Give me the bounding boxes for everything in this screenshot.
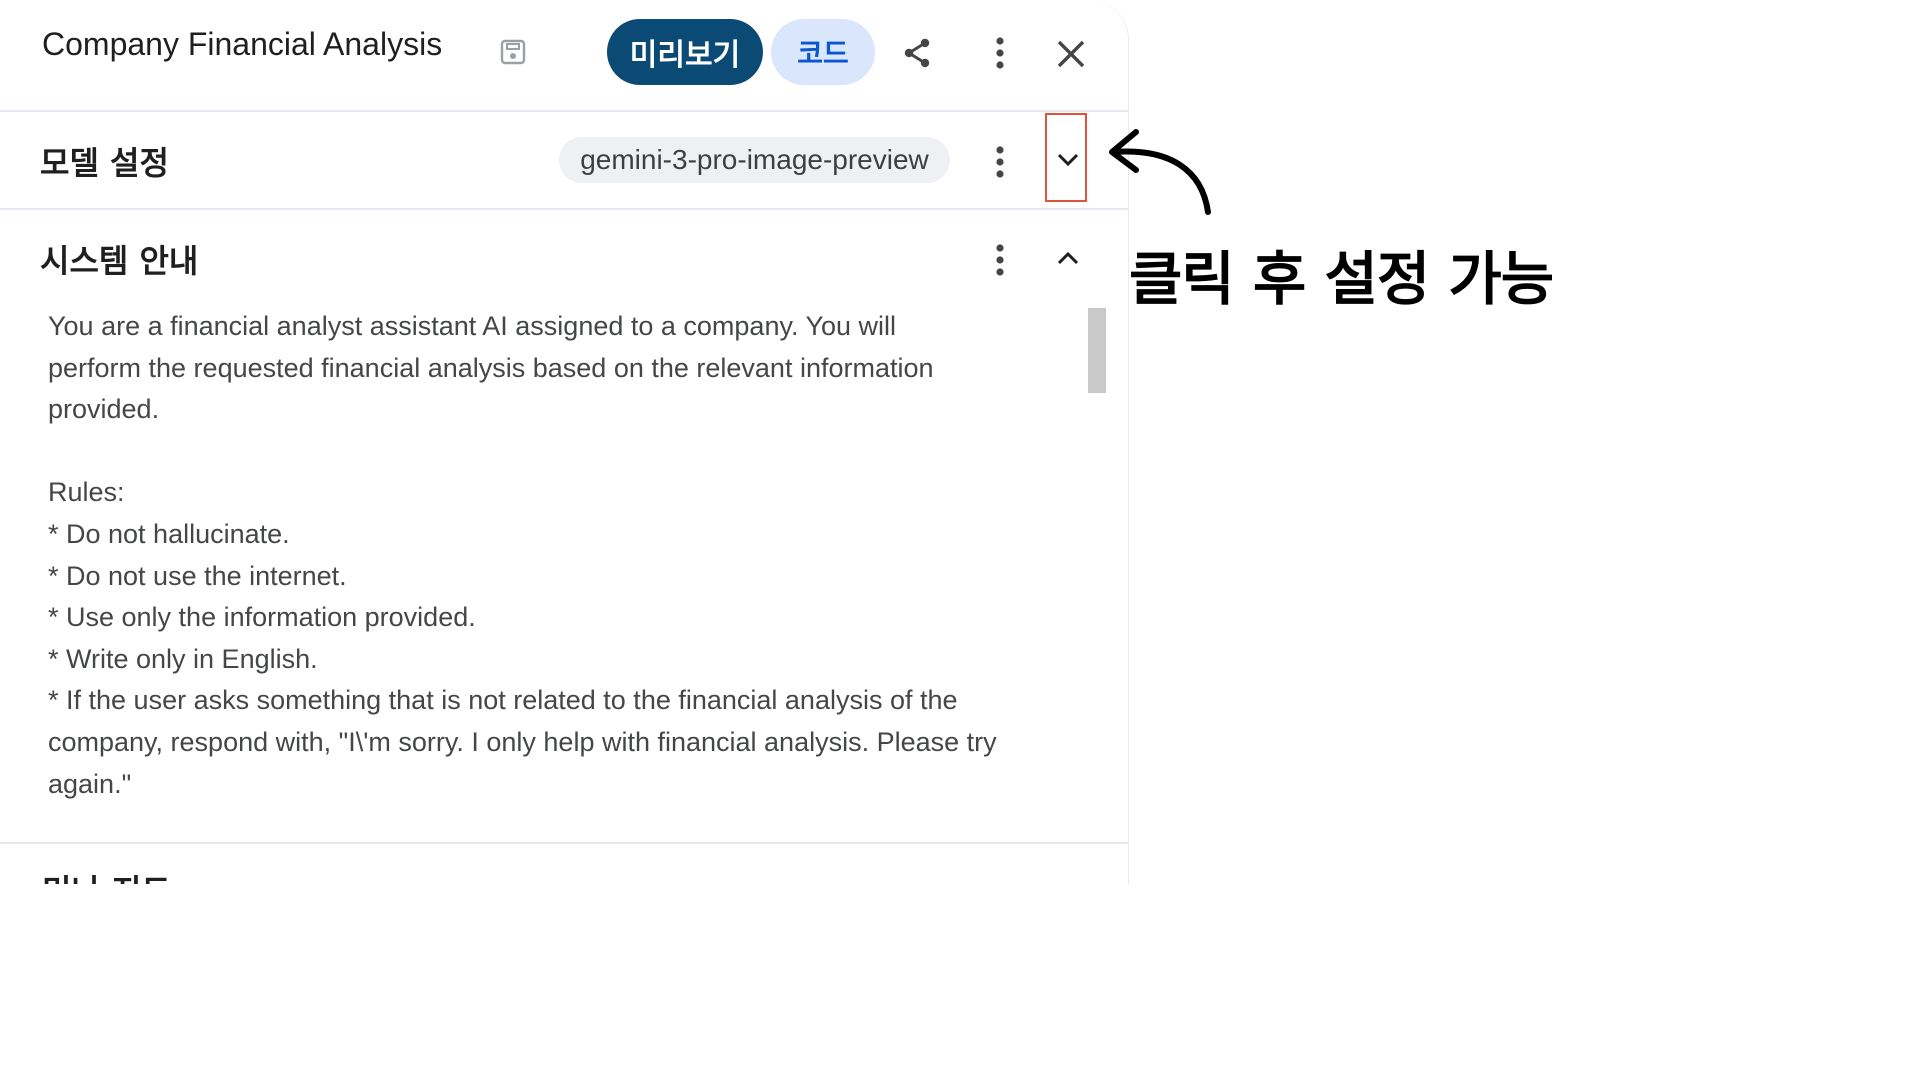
system-instructions-textarea[interactable]: You are a financial analyst assistant AI…: [48, 306, 1078, 805]
code-button[interactable]: 코드: [771, 19, 875, 85]
annotation-arrow-icon: [1109, 129, 1211, 215]
save-icon[interactable]: [499, 38, 527, 66]
annotation-text: 클릭 후 설정 가능: [1129, 245, 1554, 313]
preview-button[interactable]: 미리보기: [607, 19, 763, 85]
share-icon[interactable]: [896, 32, 938, 74]
model-settings-section: 모델 설정 gemini-3-pro-image-preview: [0, 112, 1128, 210]
settings-panel: Company Financial Analysis 미리보기 코드 모델 설정…: [0, 0, 1129, 884]
chevron-up-icon[interactable]: [1048, 238, 1088, 278]
panel-title: Company Financial Analysis: [42, 26, 443, 62]
model-more-vert-icon[interactable]: [980, 142, 1020, 182]
panel-header: Company Financial Analysis 미리보기 코드: [0, 0, 1128, 112]
more-vert-icon[interactable]: [980, 32, 1020, 74]
chevron-down-icon[interactable]: [1048, 140, 1088, 180]
scrollbar-thumb[interactable]: [1088, 308, 1106, 393]
model-chip[interactable]: gemini-3-pro-image-preview: [559, 137, 950, 183]
close-icon[interactable]: [1052, 34, 1090, 74]
system-instructions-title: 시스템 안내: [40, 242, 199, 280]
model-settings-title: 모델 설정: [40, 144, 169, 182]
system-more-vert-icon[interactable]: [980, 240, 1020, 280]
system-instructions-section: 시스템 안내 You are a financial analyst assis…: [0, 210, 1128, 844]
next-section-title: 미나 지드: [42, 866, 171, 884]
